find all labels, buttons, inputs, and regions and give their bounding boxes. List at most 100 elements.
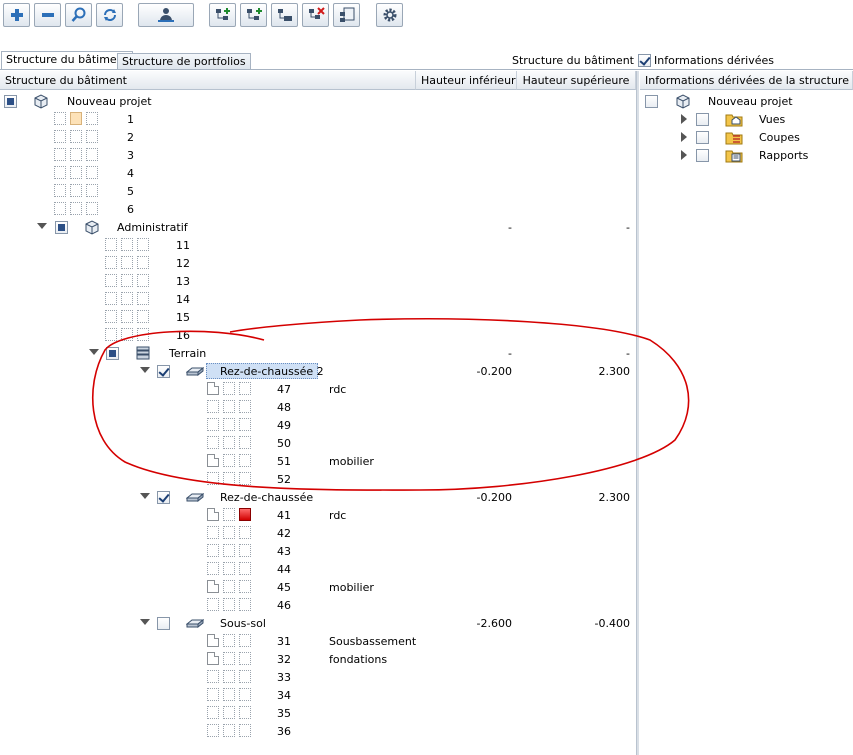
tree-node-terrain[interactable]: Terrain - - xyxy=(0,344,636,362)
tab-portfolio-structure[interactable]: Structure de portfolios xyxy=(117,53,251,70)
project-checkbox[interactable] xyxy=(4,95,17,108)
leaf-slot-3[interactable] xyxy=(137,238,149,251)
tree-leaf-row[interactable]: 6 xyxy=(0,200,636,218)
leaf-slot-1[interactable] xyxy=(54,112,66,125)
leaf-slot-1[interactable] xyxy=(207,382,219,395)
tree-leaf-row[interactable]: 36 xyxy=(0,722,636,740)
leaf-slot-2[interactable] xyxy=(121,274,133,287)
leaf-slot-2[interactable] xyxy=(223,400,235,413)
leaf-slot-3[interactable] xyxy=(239,598,251,611)
tree-leaf-row[interactable]: 3 xyxy=(0,146,636,164)
tree-leaf-row[interactable]: 41 rdc xyxy=(0,506,636,524)
column-header-lower-height[interactable]: Hauteur inférieure xyxy=(416,71,517,90)
derived-toggle[interactable]: Informations dérivées xyxy=(638,52,774,68)
structure-toggle[interactable]: Structure du bâtiment xyxy=(512,52,651,68)
derived-item-checkbox[interactable] xyxy=(696,149,709,162)
leaf-slot-3[interactable] xyxy=(137,328,149,341)
leaf-slot-2[interactable] xyxy=(223,724,235,737)
leaf-slot-3[interactable] xyxy=(86,148,98,161)
leaf-slot-2[interactable] xyxy=(70,202,82,215)
structure-move-button[interactable] xyxy=(271,3,298,27)
admin-checkbox[interactable] xyxy=(55,221,68,234)
leaf-slot-2[interactable] xyxy=(223,418,235,431)
remove-button[interactable] xyxy=(34,3,61,27)
user-manager-button[interactable] xyxy=(138,3,194,27)
leaf-slot-1[interactable] xyxy=(207,400,219,413)
leaf-slot-3[interactable] xyxy=(137,274,149,287)
tree-leaf-row[interactable]: 32 fondations xyxy=(0,650,636,668)
leaf-slot-3[interactable] xyxy=(239,562,251,575)
structure-delete-button[interactable] xyxy=(302,3,329,27)
tree-leaf-row[interactable]: 15 xyxy=(0,308,636,326)
derived-node-project[interactable]: Nouveau projet xyxy=(640,92,853,110)
derived-item-checkbox[interactable] xyxy=(696,113,709,126)
leaf-slot-2[interactable] xyxy=(70,148,82,161)
chevron-right-icon[interactable] xyxy=(681,150,687,160)
leaf-slot-3[interactable] xyxy=(239,472,251,485)
leaf-slot-2[interactable] xyxy=(223,544,235,557)
leaf-slot-3[interactable] xyxy=(86,202,98,215)
tree-node-storey-rdc2[interactable]: Rez-de-chaussée 2 -0.200 2.300 xyxy=(0,362,636,380)
leaf-slot-1[interactable] xyxy=(207,580,219,593)
leaf-slot-3[interactable] xyxy=(239,382,251,395)
leaf-slot-1[interactable] xyxy=(105,292,117,305)
terrain-checkbox[interactable] xyxy=(106,347,119,360)
chevron-down-icon[interactable] xyxy=(140,619,150,625)
storey-checkbox[interactable] xyxy=(157,617,170,630)
leaf-slot-1[interactable] xyxy=(105,256,117,269)
leaf-slot-1[interactable] xyxy=(207,454,219,467)
tree-leaf-row[interactable]: 46 xyxy=(0,596,636,614)
leaf-slot-3[interactable] xyxy=(239,526,251,539)
search-button[interactable] xyxy=(65,3,92,27)
leaf-slot-2[interactable] xyxy=(70,166,82,179)
leaf-slot-1[interactable] xyxy=(207,706,219,719)
column-header-derived[interactable]: Informations dérivées de la structure du… xyxy=(640,71,853,90)
derived-toggle-checkbox[interactable] xyxy=(638,53,651,67)
leaf-slot-2[interactable] xyxy=(223,526,235,539)
leaf-slot-2[interactable] xyxy=(223,634,235,647)
tree-leaf-row[interactable]: 51 mobilier xyxy=(0,452,636,470)
tree-node-storey-rdc[interactable]: Rez-de-chaussée -0.200 2.300 xyxy=(0,488,636,506)
chevron-right-icon[interactable] xyxy=(681,114,687,124)
leaf-slot-1[interactable] xyxy=(54,166,66,179)
leaf-slot-2[interactable] xyxy=(121,256,133,269)
leaf-slot-3[interactable] xyxy=(239,688,251,701)
chevron-right-icon[interactable] xyxy=(681,132,687,142)
chevron-down-icon[interactable] xyxy=(89,349,99,355)
leaf-slot-3[interactable] xyxy=(239,436,251,449)
leaf-slot-1[interactable] xyxy=(105,310,117,323)
tree-leaf-row[interactable]: 16 xyxy=(0,326,636,344)
leaf-slot-1[interactable] xyxy=(105,238,117,251)
tree-node-project[interactable]: Nouveau projet xyxy=(0,92,636,110)
leaf-slot-2[interactable] xyxy=(70,130,82,143)
tree-leaf-row[interactable]: 33 xyxy=(0,668,636,686)
chevron-down-icon[interactable] xyxy=(140,367,150,373)
leaf-slot-3[interactable] xyxy=(239,454,251,467)
settings-button[interactable] xyxy=(376,3,403,27)
leaf-slot-3[interactable] xyxy=(137,256,149,269)
leaf-slot-3[interactable] xyxy=(137,310,149,323)
leaf-slot-1[interactable] xyxy=(207,418,219,431)
tree-leaf-row[interactable]: 31 Sousbassement xyxy=(0,632,636,650)
leaf-slot-1[interactable] xyxy=(54,130,66,143)
derived-project-checkbox[interactable] xyxy=(645,95,658,108)
chevron-down-icon[interactable] xyxy=(37,223,47,229)
leaf-slot-2[interactable] xyxy=(121,310,133,323)
leaf-slot-1[interactable] xyxy=(207,544,219,557)
leaf-slot-1[interactable] xyxy=(105,274,117,287)
leaf-slot-2[interactable] xyxy=(121,328,133,341)
leaf-slot-2[interactable] xyxy=(223,652,235,665)
leaf-slot-2[interactable] xyxy=(70,112,82,125)
leaf-slot-2[interactable] xyxy=(223,580,235,593)
leaf-slot-2[interactable] xyxy=(223,562,235,575)
tree-node-admin[interactable]: Administratif - - xyxy=(0,218,636,236)
tree-leaf-row[interactable]: 5 xyxy=(0,182,636,200)
leaf-slot-1[interactable] xyxy=(207,472,219,485)
tree-leaf-row[interactable]: 50 xyxy=(0,434,636,452)
structure-export-button[interactable] xyxy=(333,3,360,27)
leaf-slot-3[interactable] xyxy=(86,166,98,179)
leaf-slot-2[interactable] xyxy=(223,670,235,683)
leaf-slot-3[interactable] xyxy=(86,130,98,143)
tree-leaf-row[interactable]: 48 xyxy=(0,398,636,416)
tree-leaf-row[interactable]: 42 xyxy=(0,524,636,542)
